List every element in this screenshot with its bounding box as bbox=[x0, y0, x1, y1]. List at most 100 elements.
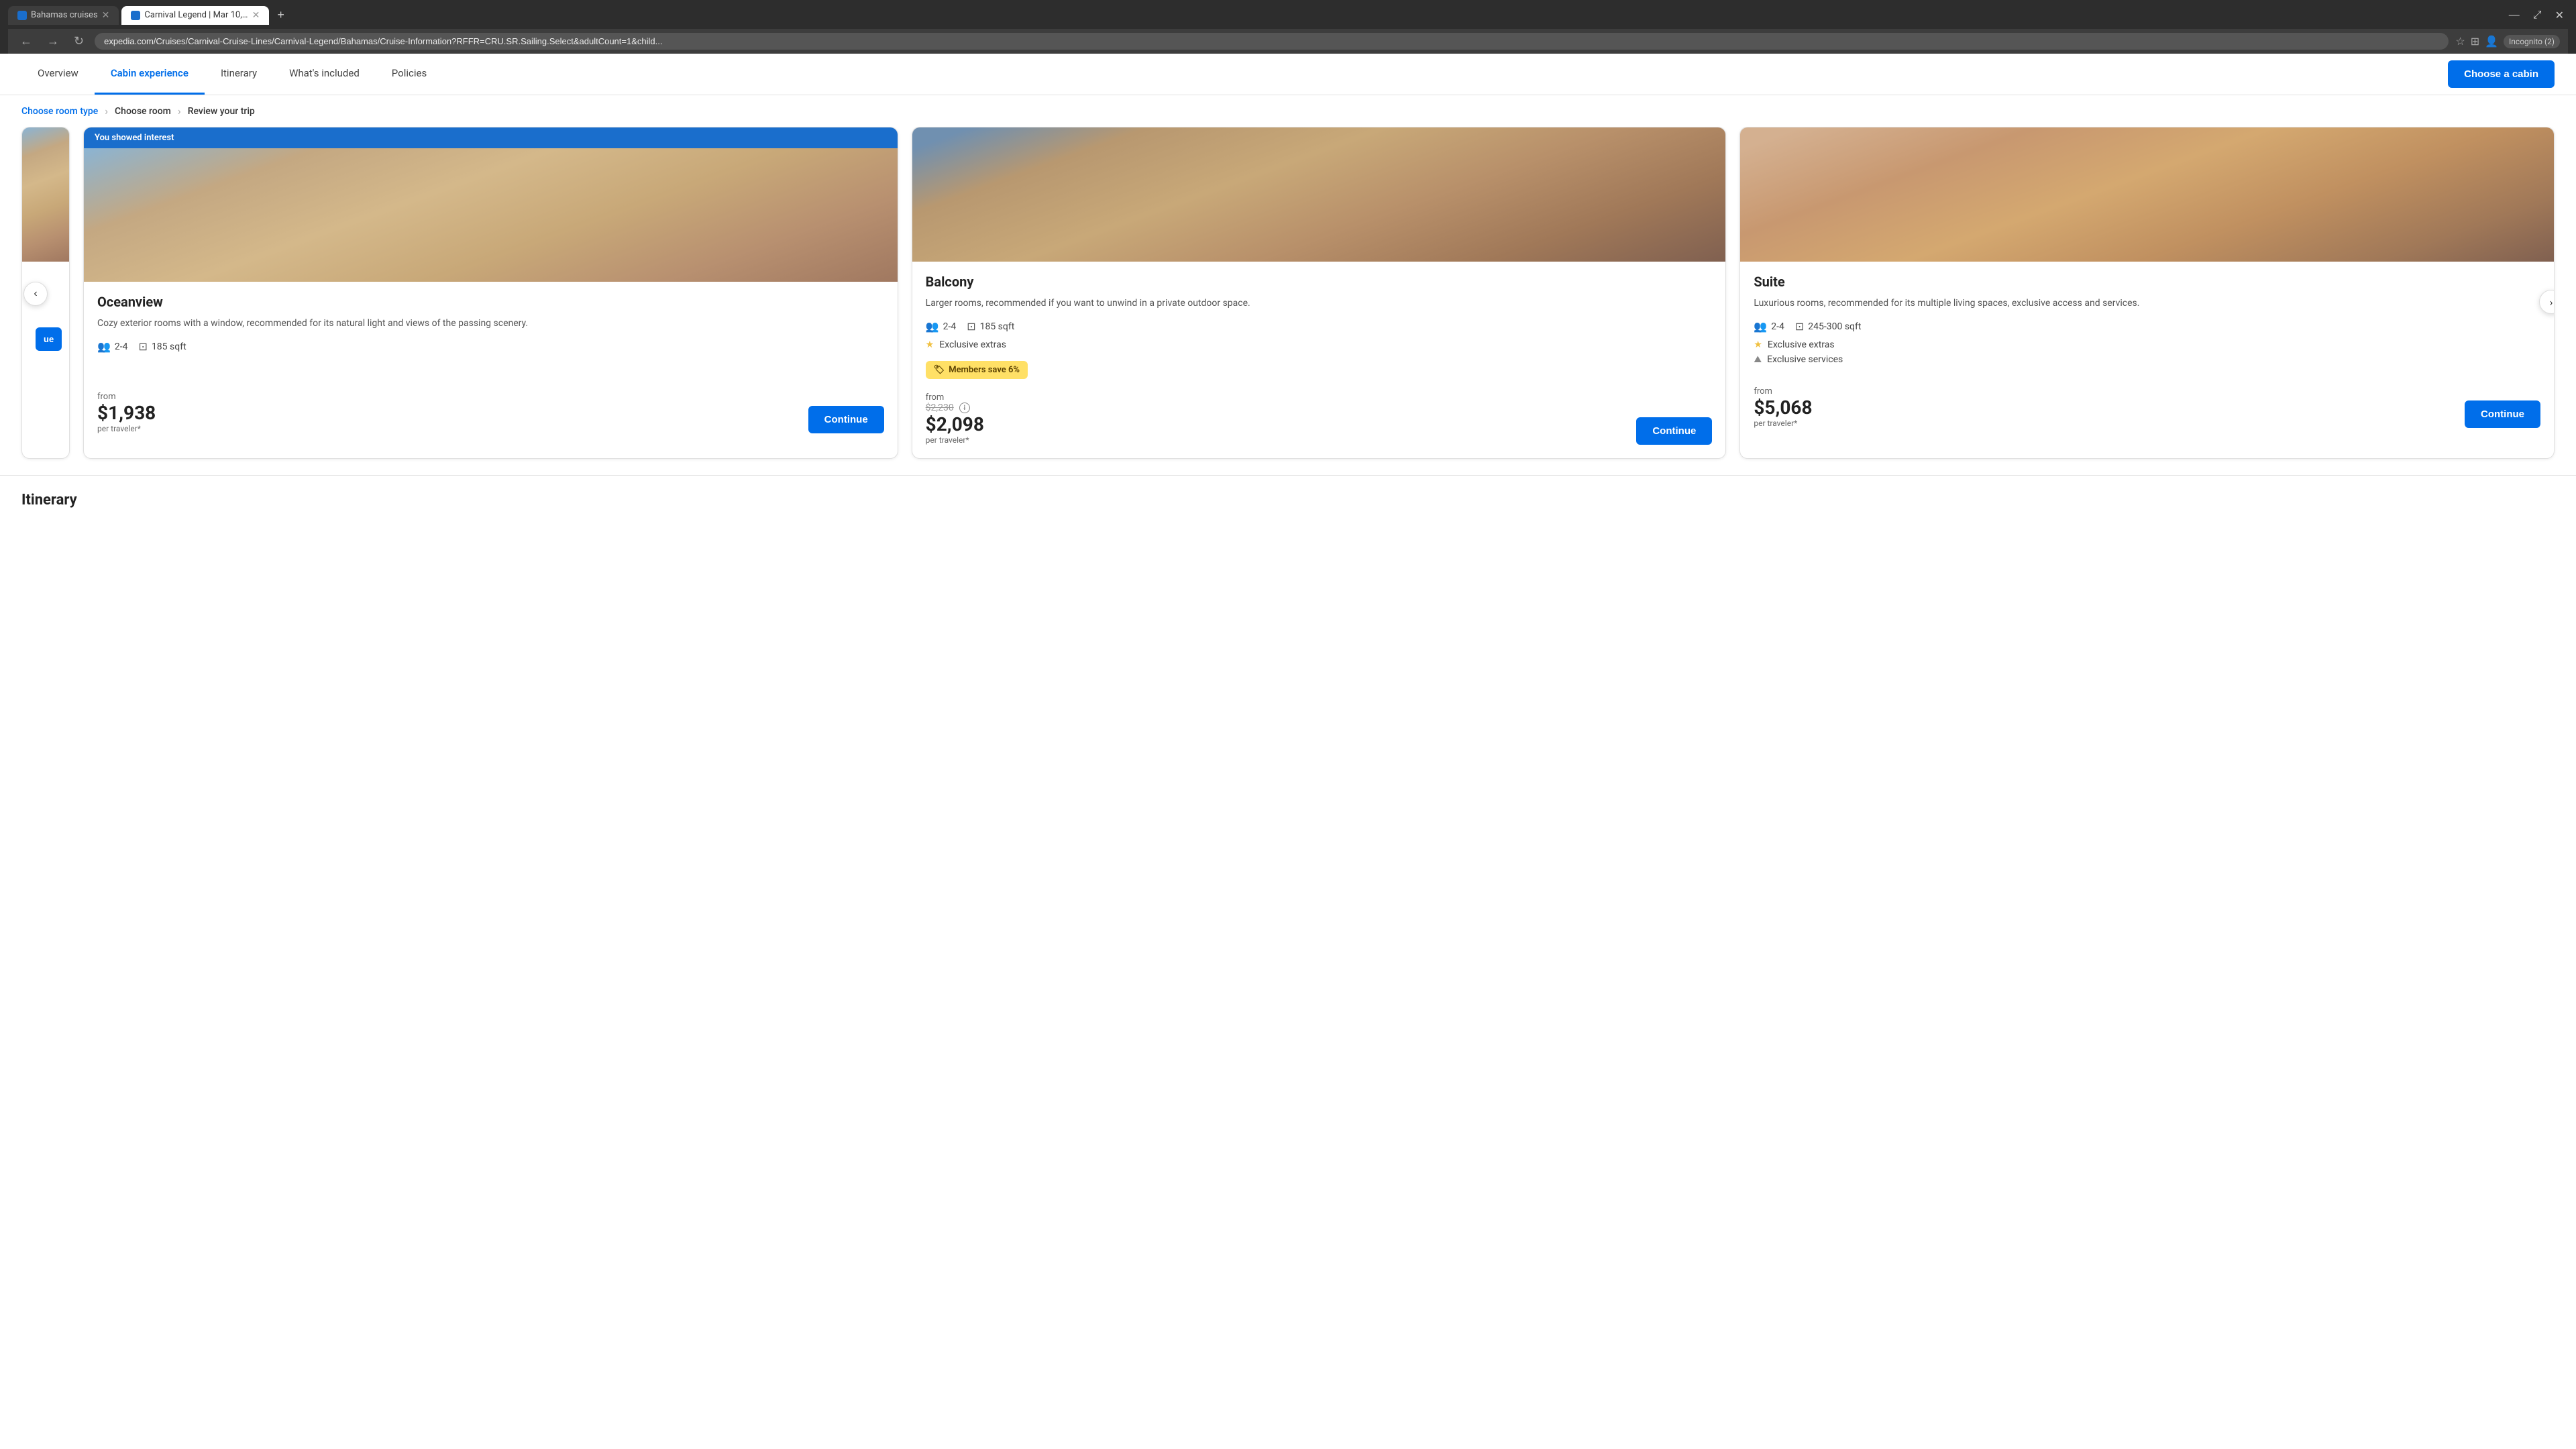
profile-icon[interactable]: 👤 bbox=[2485, 35, 2498, 48]
balcony-original-value: $2,230 bbox=[926, 402, 954, 413]
suite-specs: 👥 2-4 ⊡ 245-300 sqft bbox=[1754, 320, 2540, 333]
bookmark-icon[interactable]: ☆ bbox=[2455, 35, 2465, 48]
breadcrumb-review-trip[interactable]: Review your trip bbox=[188, 106, 255, 117]
guests-icon-oceanview: 👥 bbox=[97, 340, 111, 353]
nav-tab-cabin-experience[interactable]: Cabin experience bbox=[95, 54, 205, 95]
balcony-price-from: from bbox=[926, 392, 984, 402]
refresh-button[interactable]: ↻ bbox=[70, 33, 88, 50]
suite-footer: from $5,068 per traveler* Continue bbox=[1754, 386, 2540, 428]
balcony-continue-button[interactable]: Continue bbox=[1636, 417, 1712, 445]
page: Overview Cabin experience Itinerary What… bbox=[0, 54, 2576, 1436]
browser-tab-2[interactable]: Carnival Legend | Mar 10, 2024 ✕ bbox=[121, 6, 269, 25]
oceanview-card-body: Oceanview Cozy exterior rooms with a win… bbox=[84, 282, 898, 447]
balcony-card-image bbox=[912, 127, 1726, 262]
oceanview-price-per: per traveler* bbox=[97, 424, 156, 433]
oceanview-sqft: ⊡ 185 sqft bbox=[139, 340, 186, 353]
balcony-price-section: from $2,230 i $2,098 per traveler* bbox=[926, 392, 984, 445]
oceanview-title: Oceanview bbox=[97, 294, 884, 310]
partial-card-body: ‹ ue bbox=[22, 262, 69, 363]
suite-extra-label-2: Exclusive services bbox=[1767, 354, 1843, 365]
suite-extras: ★ Exclusive extras ⛰ Exclusive services bbox=[1754, 339, 2540, 365]
suite-extra-label-1: Exclusive extras bbox=[1768, 339, 1835, 350]
incognito-badge: Incognito (2) bbox=[2504, 35, 2560, 48]
cabin-card-partial: ‹ ue bbox=[21, 127, 70, 459]
price-info-icon[interactable]: i bbox=[959, 402, 970, 413]
sqft-icon-oceanview: ⊡ bbox=[139, 340, 148, 353]
star-icon-suite-1: ★ bbox=[1754, 339, 1762, 350]
tab-favicon-1 bbox=[17, 11, 27, 20]
browser-tab-1[interactable]: Bahamas cruises ✕ bbox=[8, 6, 119, 25]
guests-icon-balcony: 👥 bbox=[926, 320, 939, 333]
suite-extra-1: ★ Exclusive extras bbox=[1754, 339, 2540, 350]
tab-label-1: Bahamas cruises bbox=[31, 10, 98, 20]
members-badge-label: Members save 6% bbox=[949, 365, 1020, 375]
extensions-icon[interactable]: ⊞ bbox=[2471, 35, 2479, 48]
suite-price-per: per traveler* bbox=[1754, 419, 1812, 428]
suite-continue-button[interactable]: Continue bbox=[2465, 400, 2540, 428]
suite-price-from: from bbox=[1754, 386, 1812, 396]
tab-close-1[interactable]: ✕ bbox=[102, 10, 110, 21]
interest-badge-oceanview: You showed interest bbox=[84, 127, 898, 148]
oceanview-sqft-value: 185 sqft bbox=[152, 341, 186, 352]
browser-addressbar: ← → ↻ ☆ ⊞ 👤 Incognito (2) bbox=[8, 29, 2568, 54]
breadcrumb-sep-2: › bbox=[178, 105, 181, 117]
window-minimize-button[interactable]: — bbox=[2505, 7, 2524, 23]
guests-icon-suite: 👥 bbox=[1754, 320, 1767, 333]
sqft-icon-balcony: ⊡ bbox=[967, 320, 975, 333]
partial-card-image bbox=[22, 127, 69, 262]
itinerary-title: Itinerary bbox=[21, 492, 2555, 508]
choose-cabin-button[interactable]: Choose a cabin bbox=[2448, 60, 2555, 88]
balcony-card-body: Balcony Larger rooms, recommended if you… bbox=[912, 262, 1726, 458]
balcony-extras: ★ Exclusive extras bbox=[926, 339, 1713, 350]
oceanview-price-main: $1,938 bbox=[97, 402, 156, 424]
carousel-nav-left[interactable]: ‹ bbox=[23, 282, 48, 306]
window-maximize-button[interactable]: ⤢ bbox=[2529, 7, 2546, 23]
balcony-extra-label-1: Exclusive extras bbox=[939, 339, 1006, 350]
balcony-sqft: ⊡ 185 sqft bbox=[967, 320, 1014, 333]
oceanview-guests: 👥 2-4 bbox=[97, 340, 128, 353]
partial-card-footer: ue bbox=[36, 327, 56, 351]
suite-sqft-value: 245-300 sqft bbox=[1808, 321, 1861, 332]
nav-tab-whats-included[interactable]: What's included bbox=[273, 54, 376, 95]
balcony-sqft-value: 185 sqft bbox=[980, 321, 1015, 332]
browser-chrome: Bahamas cruises ✕ Carnival Legend | Mar … bbox=[0, 0, 2576, 54]
oceanview-guests-count: 2-4 bbox=[115, 341, 128, 352]
tab-label-2: Carnival Legend | Mar 10, 2024 bbox=[144, 10, 248, 20]
partial-continue-button[interactable]: ue bbox=[36, 327, 62, 351]
window-controls: — ⤢ ✕ bbox=[2505, 7, 2568, 23]
sqft-icon-suite: ⊡ bbox=[1795, 320, 1804, 333]
oceanview-specs: 👥 2-4 ⊡ 185 sqft bbox=[97, 340, 884, 353]
balcony-footer: from $2,230 i $2,098 per traveler* Conti… bbox=[926, 392, 1713, 445]
browser-tabs-row: Bahamas cruises ✕ Carnival Legend | Mar … bbox=[8, 5, 2568, 25]
breadcrumb-choose-room-type[interactable]: Choose room type bbox=[21, 106, 98, 117]
suite-extra-2: ⛰ Exclusive services bbox=[1754, 354, 2540, 365]
back-button[interactable]: ← bbox=[16, 33, 36, 50]
itinerary-section: Itinerary bbox=[0, 475, 2576, 535]
balcony-guests-count: 2-4 bbox=[943, 321, 957, 332]
tab-close-2[interactable]: ✕ bbox=[252, 10, 260, 21]
forward-button[interactable]: → bbox=[43, 33, 63, 50]
cabin-card-suite: Suite Luxurious rooms, recommended for i… bbox=[1739, 127, 2555, 459]
suite-card-body: Suite Luxurious rooms, recommended for i… bbox=[1740, 262, 2554, 441]
tab-favicon-2 bbox=[131, 11, 140, 20]
window-close-button[interactable]: ✕ bbox=[2551, 7, 2568, 23]
star-icon-balcony: ★ bbox=[926, 339, 934, 350]
members-badge-balcony: 🏷 Members save 6% bbox=[926, 361, 1028, 379]
cabin-card-balcony: Balcony Larger rooms, recommended if you… bbox=[912, 127, 1727, 459]
oceanview-continue-button[interactable]: Continue bbox=[808, 406, 884, 433]
breadcrumb-choose-room[interactable]: Choose room bbox=[115, 106, 171, 117]
suite-card-image bbox=[1740, 127, 2554, 262]
nav-tab-policies[interactable]: Policies bbox=[376, 54, 443, 95]
suite-price-section: from $5,068 per traveler* bbox=[1754, 386, 1812, 428]
address-input[interactable] bbox=[95, 33, 2449, 50]
oceanview-price-section: from $1,938 per traveler* bbox=[97, 392, 156, 433]
nav-tab-overview[interactable]: Overview bbox=[21, 54, 95, 95]
suite-desc: Luxurious rooms, recommended for its mul… bbox=[1754, 297, 2540, 311]
balcony-price-main: $2,098 bbox=[926, 413, 984, 435]
cabin-card-oceanview: You showed interest Oceanview Cozy exter… bbox=[83, 127, 898, 459]
suite-sqft: ⊡ 245-300 sqft bbox=[1795, 320, 1862, 333]
nav-tab-itinerary[interactable]: Itinerary bbox=[205, 54, 273, 95]
tag-icon-balcony: 🏷 bbox=[934, 365, 945, 375]
add-tab-button[interactable]: + bbox=[272, 5, 290, 25]
suite-title: Suite bbox=[1754, 274, 2540, 290]
